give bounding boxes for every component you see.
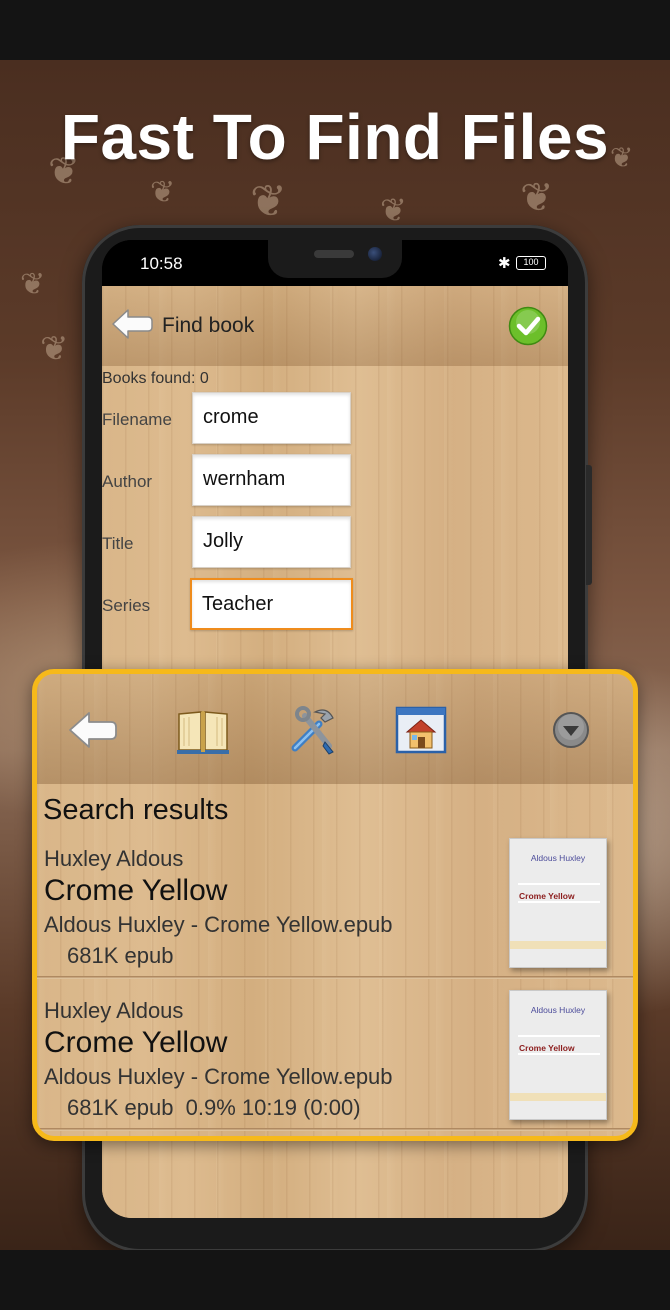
cover-title: Crome Yellow [519, 891, 575, 901]
filename-input[interactable]: crome [192, 392, 351, 444]
bluetooth-icon: ✱ [498, 254, 511, 272]
back-arrow-icon[interactable] [110, 306, 154, 342]
butterfly-decoration: ❦ [150, 175, 176, 210]
search-results-heading: Search results [43, 794, 229, 826]
book-cover-thumbnail: Aldous Huxley Crome Yellow [509, 838, 607, 968]
cover-rule [518, 1053, 600, 1055]
phone-notch [268, 240, 402, 278]
open-book-icon[interactable] [175, 702, 231, 758]
search-results-panel: Search results Huxley Aldous Crome Yello… [32, 669, 638, 1141]
tools-icon[interactable] [285, 702, 341, 758]
author-label: Author [102, 472, 153, 491]
books-found-count: Books found: 0 [102, 370, 209, 387]
cover-band [510, 1093, 606, 1101]
result-author: Huxley Aldous [44, 998, 184, 1023]
result-file-info: 681K epub [67, 943, 174, 968]
front-camera-icon [368, 247, 382, 261]
cover-author: Aldous Huxley [530, 1005, 586, 1015]
result-filename: Aldous Huxley - Crome Yellow.epub [44, 1064, 393, 1089]
bottom-black-bar [0, 1250, 670, 1310]
book-cover-thumbnail: Aldous Huxley Crome Yellow [509, 990, 607, 1120]
butterfly-decoration: ❦ [520, 175, 554, 221]
result-divider [37, 1128, 633, 1131]
status-bar: 10:58 ✱ 100 [102, 240, 568, 286]
status-time: 10:58 [140, 254, 183, 273]
result-title: Crome Yellow [44, 1026, 228, 1059]
result-filename: Aldous Huxley - Crome Yellow.epub [44, 912, 393, 937]
butterfly-decoration: ❦ [20, 267, 46, 302]
series-input[interactable]: Teacher [190, 578, 353, 630]
result-divider [37, 976, 633, 979]
result-title: Crome Yellow [44, 874, 228, 907]
back-icon[interactable] [65, 702, 121, 758]
cover-rule [518, 901, 600, 903]
cover-rule [518, 1035, 600, 1037]
phone-side-button [586, 465, 592, 585]
battery-icon: 100 [516, 256, 546, 270]
butterfly-decoration: ❦ [380, 191, 407, 229]
cover-rule [518, 883, 600, 885]
cover-author: Aldous Huxley [530, 853, 586, 863]
cover-title: Crome Yellow [519, 1043, 575, 1053]
home-icon[interactable] [393, 702, 449, 758]
page-title: Find book [162, 314, 255, 337]
search-result-item[interactable]: Huxley Aldous Crome Yellow Aldous Huxley… [37, 990, 633, 1136]
filename-label: Filename [102, 410, 172, 429]
result-file-info: 681K epub 0.9% 10:19 (0:00) [67, 1095, 361, 1120]
author-input[interactable]: wernham [192, 454, 351, 506]
toolbar [37, 674, 633, 784]
butterfly-decoration: ❦ [250, 176, 287, 227]
top-black-bar [0, 0, 670, 60]
title-input[interactable]: Jolly [192, 516, 351, 568]
title-label: Title [102, 534, 134, 553]
search-result-item[interactable]: Huxley Aldous Crome Yellow Aldous Huxley… [37, 838, 633, 996]
title-bar: Find book [102, 286, 568, 366]
butterfly-decoration: ❦ [40, 329, 69, 369]
cover-band [510, 941, 606, 949]
promo-headline: Fast To Find Files [60, 101, 610, 173]
dropdown-icon[interactable] [547, 706, 595, 754]
series-label: Series [102, 596, 151, 615]
confirm-check-icon[interactable] [508, 306, 548, 346]
earpiece-speaker [314, 250, 354, 258]
result-author: Huxley Aldous [44, 846, 184, 871]
